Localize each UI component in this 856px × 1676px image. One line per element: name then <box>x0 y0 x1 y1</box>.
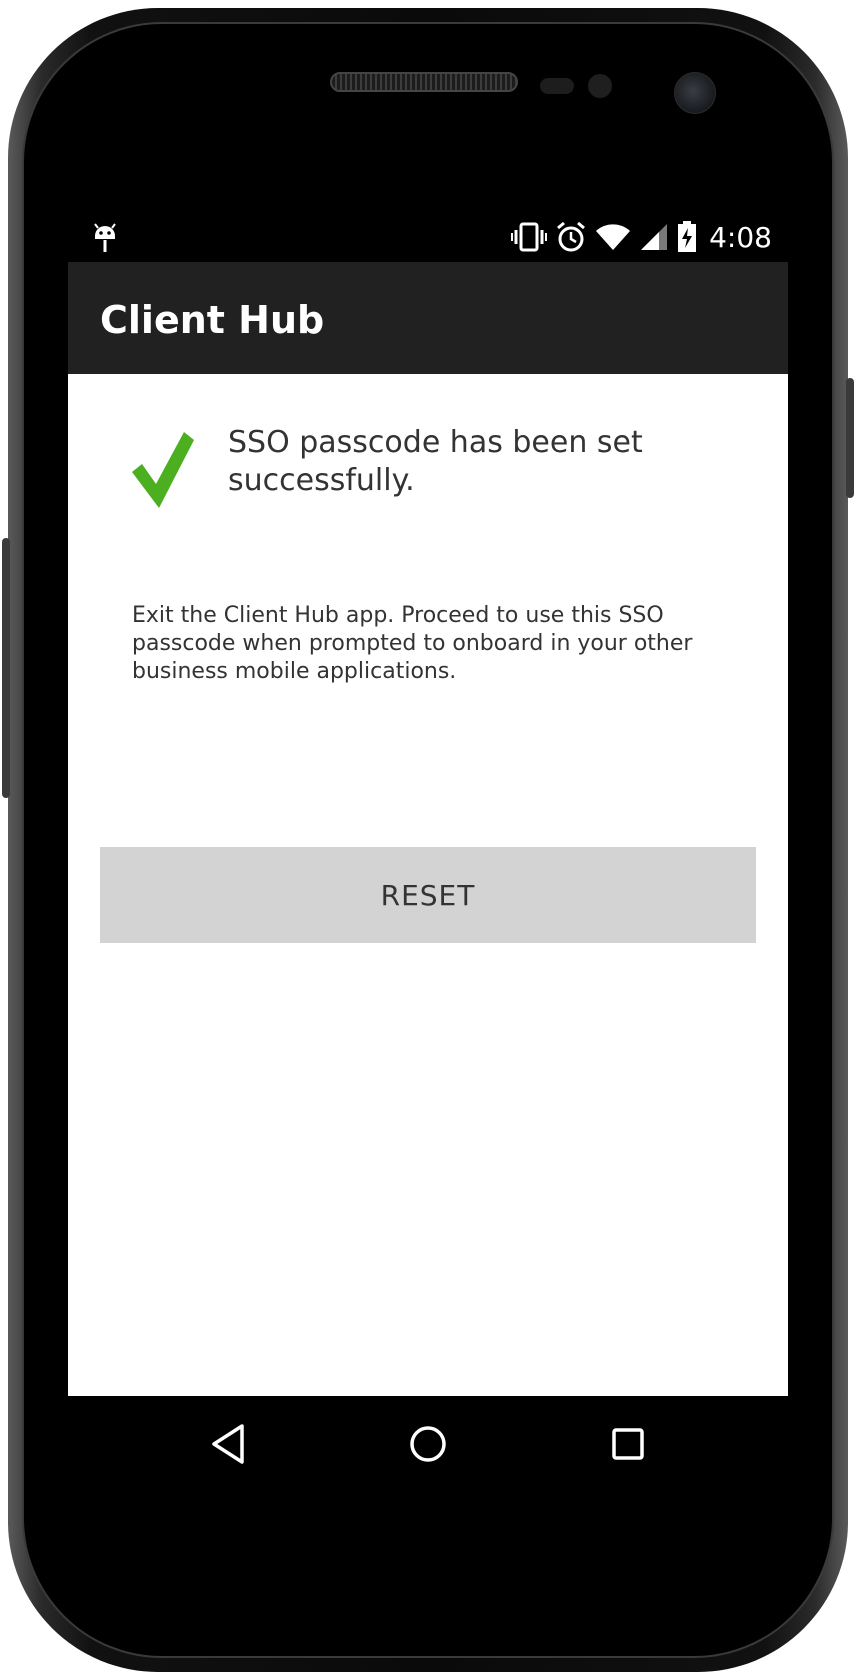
front-camera <box>674 72 716 114</box>
screen: 4:08 Client Hub SSO passcode has been se… <box>68 212 788 1492</box>
back-icon <box>212 1424 244 1464</box>
main-content: SSO passcode has been set successfully. … <box>68 374 788 1407</box>
recents-icon <box>612 1428 644 1460</box>
status-bar: 4:08 <box>68 212 788 262</box>
navigation-bar <box>68 1396 788 1492</box>
wifi-icon <box>596 224 631 250</box>
back-button[interactable] <box>198 1414 258 1474</box>
app-bar: Client Hub <box>68 262 788 374</box>
reset-button[interactable]: RESET <box>100 847 756 943</box>
earpiece-speaker <box>330 72 518 92</box>
home-button[interactable] <box>398 1414 458 1474</box>
signal-icon <box>641 224 668 250</box>
proximity-sensor <box>540 78 574 94</box>
home-icon <box>410 1426 446 1462</box>
battery-charging-icon <box>678 221 697 252</box>
light-sensor <box>588 74 612 98</box>
android-debug-icon <box>94 223 116 252</box>
volume-button <box>2 538 10 798</box>
alarm-icon <box>557 221 586 252</box>
checkmark-icon <box>132 432 194 508</box>
status-time: 4:08 <box>709 220 772 254</box>
vibrate-icon <box>511 222 548 252</box>
success-message: SSO passcode has been set successfully. <box>228 425 643 498</box>
status-icons: 4:08 <box>511 212 772 262</box>
instructions-text: Exit the Client Hub app. Proceed to use … <box>132 603 693 684</box>
power-button <box>846 378 854 498</box>
recents-button[interactable] <box>598 1414 658 1474</box>
app-title: Client Hub <box>100 298 325 342</box>
